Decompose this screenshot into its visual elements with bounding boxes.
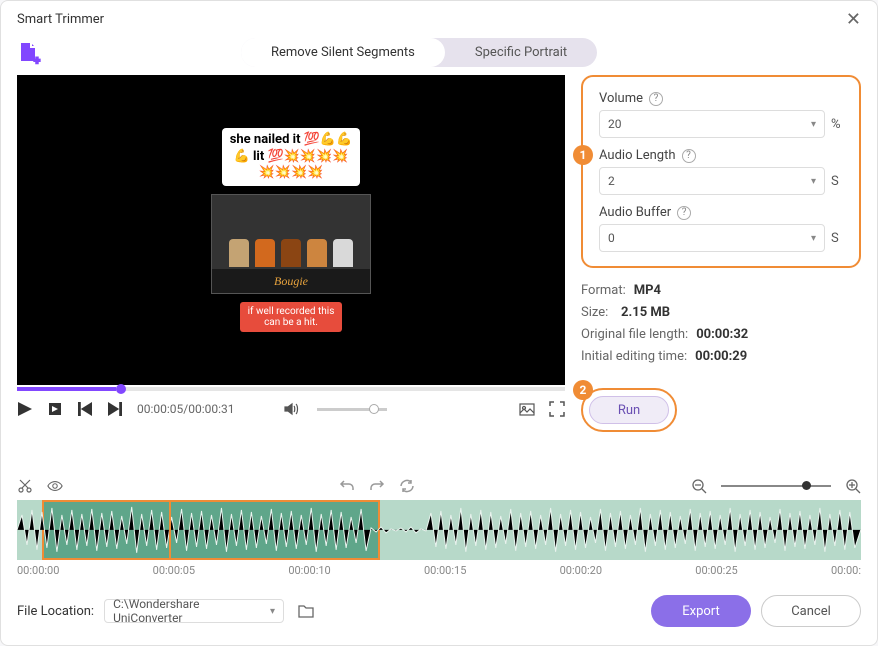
init-time-value: 00:00:29 bbox=[695, 346, 747, 368]
help-icon[interactable]: ? bbox=[677, 206, 691, 220]
ruler-tick: 00:00:05 bbox=[153, 564, 195, 577]
init-time-label: Initial editing time: bbox=[581, 346, 687, 368]
stop-icon[interactable] bbox=[47, 401, 63, 417]
desk-brand: Bougie bbox=[212, 269, 370, 293]
volume-unit: % bbox=[831, 117, 843, 132]
help-icon[interactable]: ? bbox=[649, 92, 663, 106]
audio-length-unit: S bbox=[831, 174, 843, 189]
footer: File Location: C:\Wondershare UniConvert… bbox=[1, 577, 877, 645]
chevron-down-icon: ▾ bbox=[811, 176, 816, 187]
ruler-tick: 00:00:20 bbox=[560, 564, 602, 577]
settings-panel: 1 Volume? 20▾ % Audio Length? 2▾ S bbox=[581, 75, 861, 268]
format-label: Format: bbox=[581, 280, 626, 302]
smart-trimmer-window: Smart Trimmer ✕ + Remove Silent Segments… bbox=[0, 0, 878, 646]
zoom-in-icon[interactable] bbox=[845, 478, 861, 494]
waveform-timeline[interactable] bbox=[17, 500, 861, 560]
ruler-tick: 00:00:25 bbox=[695, 564, 737, 577]
chevron-down-icon: ▾ bbox=[811, 119, 816, 130]
run-wrap: 2 Run bbox=[581, 388, 677, 432]
file-location-select[interactable]: C:\Wondershare UniConverter▾ bbox=[104, 599, 284, 623]
timeline-playhead[interactable] bbox=[169, 500, 171, 558]
refresh-icon[interactable] bbox=[399, 478, 415, 494]
cut-icon[interactable] bbox=[17, 478, 33, 494]
snapshot-icon[interactable] bbox=[519, 401, 535, 417]
seek-thumb[interactable] bbox=[116, 384, 126, 394]
zoom-slider[interactable] bbox=[721, 485, 831, 487]
zoom-out-icon[interactable] bbox=[691, 478, 707, 494]
volume-icon[interactable] bbox=[283, 401, 299, 417]
volume-select[interactable]: 20▾ bbox=[599, 110, 825, 138]
size-value: 2.15 MB bbox=[621, 302, 670, 324]
preview-column: she nailed it 💯💪💪 💪 lit 💯💥💥💥💥 💥💥💥💥 Bougi… bbox=[17, 75, 565, 472]
video-frame: Bougie bbox=[211, 194, 371, 294]
undo-icon[interactable] bbox=[339, 478, 355, 494]
settings-sidebar: 1 Volume? 20▾ % Audio Length? 2▾ S bbox=[581, 75, 861, 472]
chevron-down-icon: ▾ bbox=[270, 606, 275, 617]
video-preview[interactable]: she nailed it 💯💪💪 💪 lit 💯💥💥💥💥 💥💥💥💥 Bougi… bbox=[17, 75, 565, 385]
play-icon[interactable] bbox=[17, 401, 33, 417]
tab-specific-portrait[interactable]: Specific Portrait bbox=[445, 38, 597, 67]
chevron-down-icon: ▾ bbox=[811, 233, 816, 244]
run-button[interactable]: Run bbox=[589, 396, 669, 424]
audio-buffer-label: Audio Buffer bbox=[599, 205, 671, 220]
mode-tabs: Remove Silent Segments Specific Portrait bbox=[241, 38, 597, 67]
audio-length-label: Audio Length bbox=[599, 148, 676, 163]
volume-slider[interactable] bbox=[317, 408, 387, 411]
cancel-button[interactable]: Cancel bbox=[761, 595, 861, 627]
audio-length-select[interactable]: 2▾ bbox=[599, 167, 825, 195]
step-badge-2: 2 bbox=[573, 380, 593, 400]
prev-frame-icon[interactable] bbox=[77, 401, 93, 417]
time-ruler: 00:00:00 00:00:05 00:00:10 00:00:15 00:0… bbox=[1, 560, 877, 577]
redo-icon[interactable] bbox=[369, 478, 385, 494]
file-location-label: File Location: bbox=[17, 604, 94, 619]
main-area: she nailed it 💯💪💪 💪 lit 💯💥💥💥💥 💥💥💥💥 Bougi… bbox=[1, 75, 877, 472]
file-info: Format: MP4 Size: 2.15 MB Original file le… bbox=[581, 280, 861, 368]
caption-overlay: if well recorded this can be a hit. bbox=[240, 302, 343, 332]
next-frame-icon[interactable] bbox=[107, 401, 123, 417]
seek-bar[interactable] bbox=[17, 387, 565, 391]
sticker-text: she nailed it 💯💪💪 💪 lit 💯💥💥💥💥 💥💥💥💥 bbox=[222, 128, 361, 187]
ruler-tick: 00:00: bbox=[831, 564, 861, 577]
orig-length-value: 00:00:32 bbox=[696, 324, 748, 346]
fullscreen-icon[interactable] bbox=[549, 401, 565, 417]
header-row: + Remove Silent Segments Specific Portra… bbox=[1, 38, 877, 75]
audio-buffer-select[interactable]: 0▾ bbox=[599, 224, 825, 252]
add-media-icon[interactable]: + bbox=[17, 41, 41, 65]
ruler-tick: 00:00:00 bbox=[17, 564, 59, 577]
titlebar: Smart Trimmer ✕ bbox=[1, 1, 877, 38]
orig-length-label: Original file length: bbox=[581, 324, 688, 346]
time-display: 00:00:05/00:00:31 bbox=[137, 402, 235, 416]
eye-icon[interactable] bbox=[47, 478, 63, 494]
waveform-icon bbox=[17, 500, 861, 560]
ruler-tick: 00:00:15 bbox=[424, 564, 466, 577]
audio-buffer-unit: S bbox=[831, 231, 843, 246]
timeline-toolbar bbox=[1, 472, 877, 500]
volume-label: Volume bbox=[599, 91, 643, 106]
playback-controls: 00:00:05/00:00:31 bbox=[17, 391, 565, 427]
export-button[interactable]: Export bbox=[651, 595, 751, 627]
folder-icon[interactable] bbox=[298, 604, 314, 618]
help-icon[interactable]: ? bbox=[682, 149, 696, 163]
format-value: MP4 bbox=[634, 280, 661, 302]
step-badge-1: 1 bbox=[573, 145, 593, 165]
ruler-tick: 00:00:10 bbox=[288, 564, 330, 577]
close-icon[interactable]: ✕ bbox=[846, 9, 861, 30]
size-label: Size: bbox=[581, 302, 613, 324]
window-title: Smart Trimmer bbox=[17, 12, 104, 27]
tab-remove-silent[interactable]: Remove Silent Segments bbox=[241, 38, 445, 67]
svg-text:+: + bbox=[34, 54, 40, 65]
